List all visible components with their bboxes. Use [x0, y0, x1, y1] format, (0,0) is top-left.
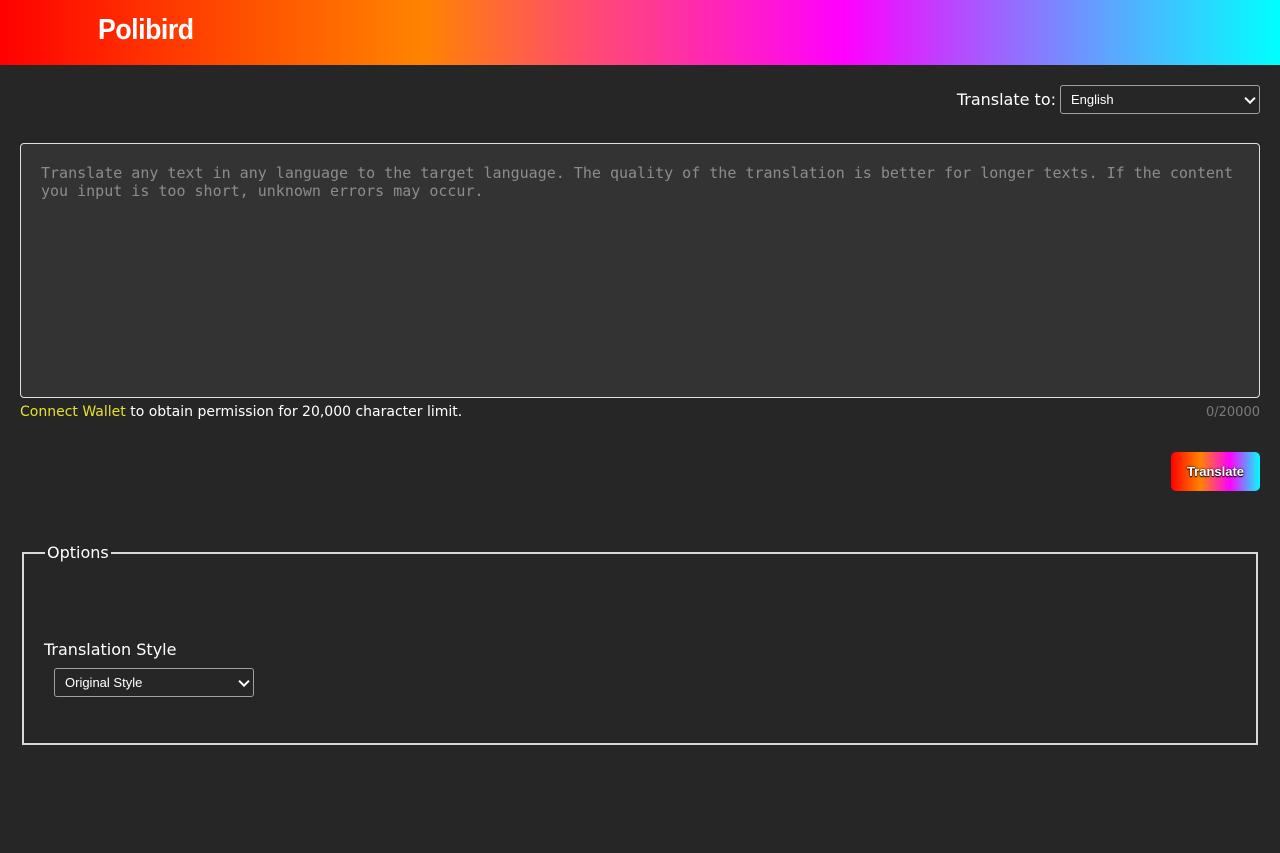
connect-wallet-link[interactable]: Connect Wallet	[20, 404, 126, 420]
app-logo[interactable]: Polibird	[98, 14, 194, 47]
translation-style-select[interactable]: Original Style	[54, 668, 254, 697]
options-panel: Options Translation Style Original Style	[22, 543, 1258, 745]
app-header: Polibird	[0, 0, 1280, 65]
target-language-select-wrap: English	[1060, 85, 1260, 114]
options-legend: Options	[47, 543, 109, 562]
translate-button[interactable]: Translate	[1171, 452, 1260, 491]
translation-style-label: Translation Style	[44, 640, 177, 659]
target-language-select[interactable]: English	[1060, 85, 1260, 114]
limit-note-text: to obtain permission for 20,000 characte…	[125, 404, 463, 420]
target-language-row: Translate to: English	[957, 85, 1260, 114]
translation-style-select-wrap: Original Style	[54, 668, 254, 697]
character-limit-note: Connect Wallet to obtain permission for …	[20, 404, 462, 420]
character-counter: 0/20000	[1205, 405, 1260, 420]
target-language-label: Translate to:	[956, 90, 1056, 109]
source-text-input[interactable]	[20, 143, 1260, 398]
